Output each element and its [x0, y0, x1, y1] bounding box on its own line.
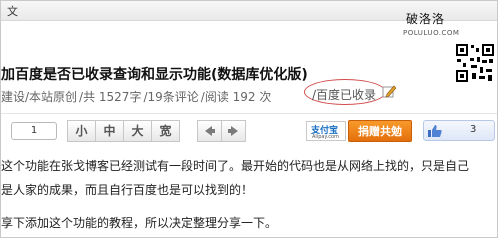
browser-frame: 文 破洛洛 POLULUO.COM 加百度是否已收录查询和显示功能(数据库优化版…: [0, 0, 498, 238]
prev-arrow-icon[interactable]: [197, 120, 222, 142]
font-size-group: 小 中 大 宽: [67, 120, 180, 142]
meta-divider: [1, 113, 497, 114]
article-title: 加百度是否已收录查询和显示功能(数据库优化版): [1, 67, 308, 83]
font-size-small-button[interactable]: 小: [67, 120, 96, 142]
font-size-medium-button[interactable]: 中: [95, 120, 124, 142]
page-number-box[interactable]: 1: [11, 122, 57, 140]
next-arrow-icon[interactable]: [221, 120, 246, 142]
baidu-indexed-status[interactable]: /百度已收录: [312, 86, 376, 103]
meta-comment-count[interactable]: /19条评论: [143, 90, 198, 104]
like-count: 3: [470, 124, 477, 135]
site-brand-url: POLULUO.COM: [403, 29, 460, 37]
article-paragraph: 这个功能在张戈博客已经测试有一段时间了。最开始的代码也是从网络上找的，只是自己: [1, 159, 470, 173]
alipay-logo-button[interactable]: 支付宝 Alipay.com: [306, 121, 346, 141]
article-toolbar: 1 小 中 大 宽 支付宝 Alipay.com 捐赠共勉 3: [1, 120, 497, 142]
font-size-wide-button[interactable]: 宽: [151, 120, 180, 142]
edit-pencil-icon[interactable]: [382, 84, 397, 99]
donate-button[interactable]: 捐赠共勉: [348, 120, 412, 142]
meta-word-count: /共 1527字: [79, 90, 142, 104]
qr-code-image: [455, 43, 495, 83]
alipay-domain: Alipay.com: [312, 134, 339, 140]
meta-view-count: /阅读 192 次: [200, 90, 272, 104]
font-size-large-button[interactable]: 大: [123, 120, 152, 142]
like-button[interactable]: 3: [423, 120, 495, 141]
article-nav-group: [197, 120, 246, 142]
thumbs-up-icon: [428, 125, 442, 137]
article-paragraph: 是人家的成果，而且自行百度也是可以找到的！: [1, 183, 254, 197]
site-brand-name: 破洛洛: [406, 12, 446, 26]
article-paragraph: 享下添加这个功能的教程，所以决定整理分享一下。: [1, 216, 278, 230]
article-meta: 建设/本站原创/共 1527字/19条评论/阅读 192 次: [1, 88, 273, 105]
tab-title-fragment: 文: [7, 5, 18, 18]
meta-category[interactable]: 建设/本站原创: [1, 90, 77, 104]
